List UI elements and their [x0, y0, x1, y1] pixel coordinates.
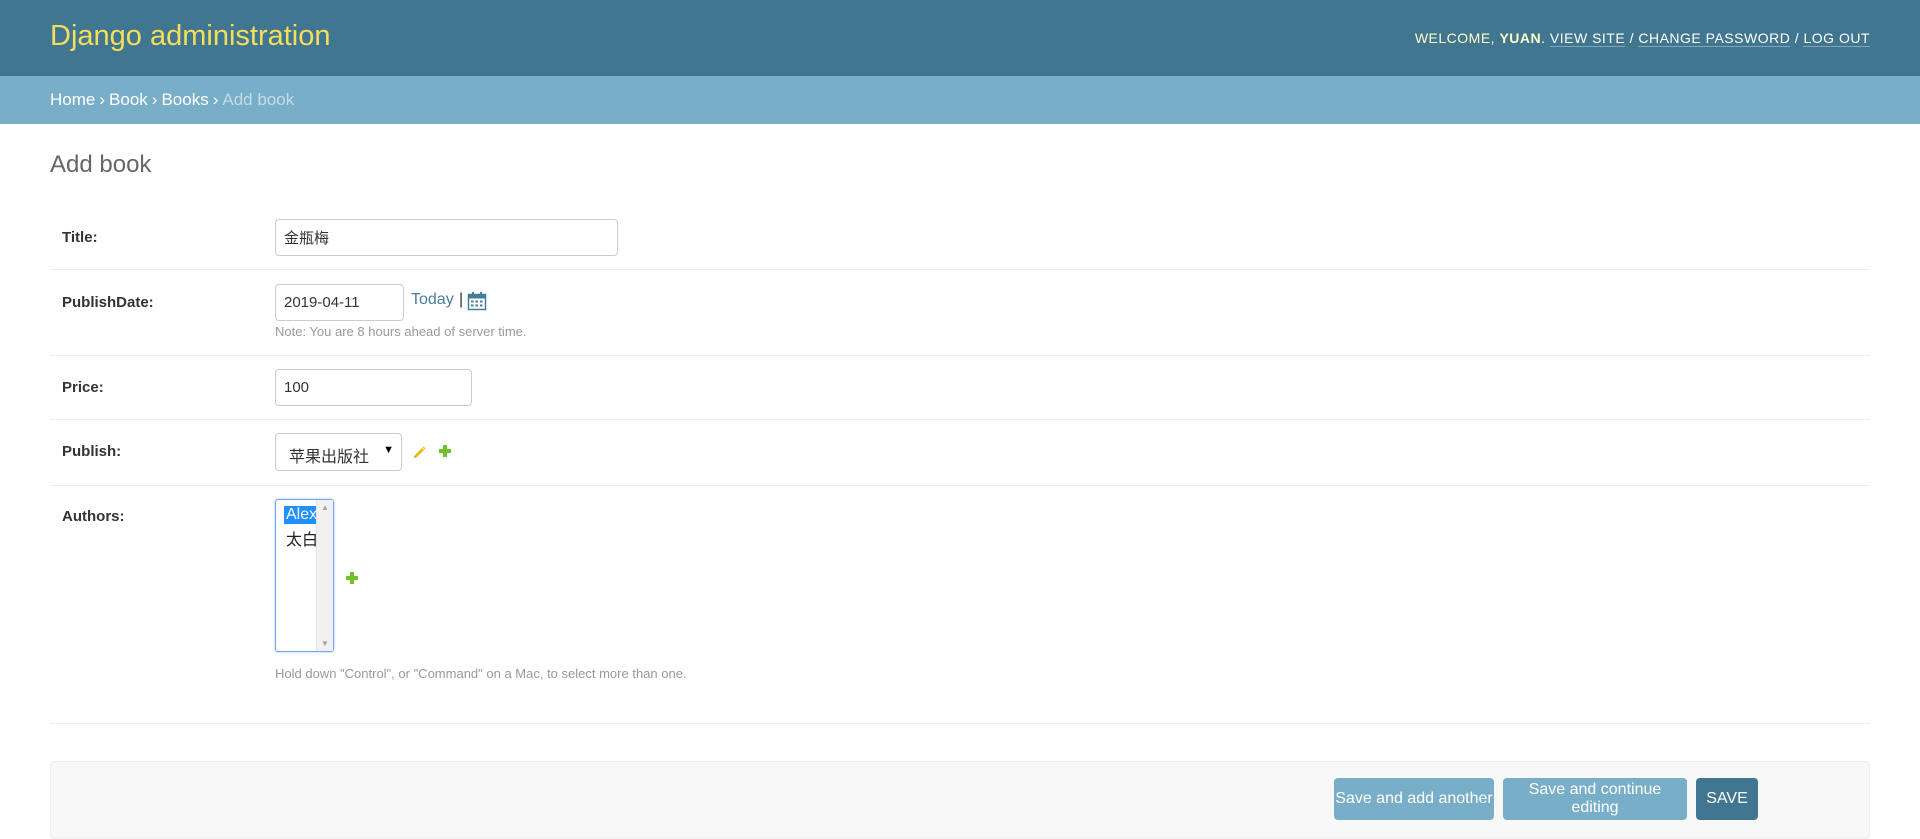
- publish-selected-value: 苹果出版社: [289, 449, 370, 466]
- authors-help-text: Hold down "Control", or "Command" on a M…: [275, 666, 687, 681]
- author-option-taibai[interactable]: 太白: [284, 526, 320, 550]
- scroll-up-icon[interactable]: ▲: [321, 503, 329, 512]
- form-row-publishdate: PublishDate: Today | Note: You are 8 hou…: [50, 270, 1870, 356]
- header: Django administration WELCOME, YUAN. VIE…: [0, 0, 1920, 76]
- submit-row: Save and add another Save and continue e…: [50, 761, 1870, 839]
- breadcrumb: Home › Book › Books › Add book: [0, 76, 1920, 124]
- plus-icon[interactable]: [345, 571, 359, 585]
- price-input[interactable]: [275, 369, 472, 406]
- form-row-publish: Publish: 苹果出版社 ▼: [50, 420, 1870, 486]
- save-and-continue-button[interactable]: Save and continue editing: [1503, 778, 1687, 820]
- breadcrumb-books[interactable]: Books: [161, 90, 208, 109]
- form-row-title: Title:: [50, 200, 1870, 270]
- log-out-link[interactable]: LOG OUT: [1803, 30, 1870, 47]
- username: YUAN: [1499, 30, 1542, 46]
- site-title[interactable]: Django administration: [50, 20, 330, 53]
- save-button[interactable]: SAVE: [1696, 778, 1758, 820]
- today-link[interactable]: Today: [411, 291, 454, 309]
- authors-multiselect[interactable]: Alex 太白 ▲ ▼: [275, 499, 334, 652]
- user-tools: WELCOME, YUAN. VIEW SITE / CHANGE PASSWO…: [1414, 30, 1870, 47]
- authors-label: Authors:: [62, 508, 125, 525]
- scroll-down-icon[interactable]: ▼: [321, 639, 329, 648]
- breadcrumb-home[interactable]: Home: [50, 90, 95, 109]
- breadcrumb-current: Add book: [222, 90, 295, 109]
- calendar-icon[interactable]: [467, 291, 487, 311]
- form-row-price: Price:: [50, 356, 1870, 420]
- author-option-alex[interactable]: Alex: [284, 506, 320, 524]
- page-title: Add book: [50, 151, 152, 178]
- save-and-add-another-button[interactable]: Save and add another: [1334, 778, 1494, 820]
- pencil-icon[interactable]: [412, 444, 428, 460]
- view-site-link[interactable]: VIEW SITE: [1549, 30, 1626, 47]
- title-label: Title:: [62, 229, 98, 246]
- timezone-note: Note: You are 8 hours ahead of server ti…: [275, 324, 527, 339]
- plus-icon[interactable]: [438, 444, 452, 458]
- breadcrumb-book-app[interactable]: Book: [109, 90, 148, 109]
- publishdate-input[interactable]: [275, 284, 404, 321]
- publish-label: Publish:: [62, 443, 122, 460]
- form-row-authors: Authors: Alex 太白 ▲ ▼ Hold down "Control"…: [50, 486, 1870, 724]
- price-label: Price:: [62, 379, 104, 396]
- select-arrow-icon: ▼: [383, 444, 394, 456]
- welcome-text: WELCOME,: [1414, 30, 1500, 46]
- title-input[interactable]: [275, 219, 618, 256]
- change-password-link[interactable]: CHANGE PASSWORD: [1638, 30, 1791, 47]
- scrollbar[interactable]: ▲ ▼: [316, 500, 333, 651]
- date-shortcut-separator: |: [459, 291, 464, 308]
- publish-select[interactable]: 苹果出版社 ▼: [275, 433, 402, 471]
- publishdate-label: PublishDate:: [62, 294, 154, 311]
